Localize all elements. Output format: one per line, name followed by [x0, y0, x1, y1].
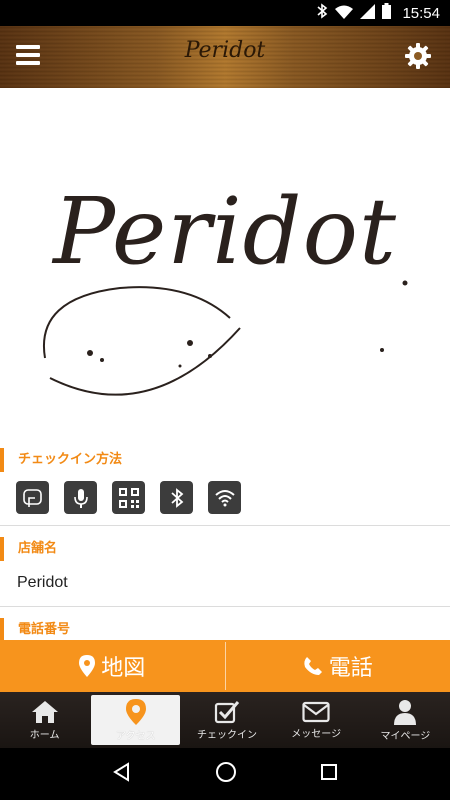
- tab-mypage-label: マイページ: [380, 730, 431, 742]
- tab-access[interactable]: アクセス: [91, 695, 181, 745]
- wifi-icon: [208, 481, 241, 514]
- status-time: 15:54: [402, 4, 440, 22]
- tab-checkin-label: チェックイン: [197, 729, 257, 741]
- tab-home-label: ホーム: [29, 729, 60, 741]
- back-triangle-icon: [112, 762, 129, 782]
- call-button-label: 電話: [328, 656, 373, 681]
- phone-number-title: 電話番号: [0, 618, 70, 642]
- store-name-value: Peridot: [17, 574, 68, 591]
- map-button-label: 地図: [101, 656, 146, 681]
- action-separator: [224, 642, 226, 690]
- battery-status-icon: [382, 3, 392, 23]
- home-circle-icon: [215, 762, 236, 782]
- recents-button[interactable]: [320, 763, 338, 785]
- back-button[interactable]: [112, 762, 132, 786]
- system-nav-bar: [0, 748, 450, 800]
- checkin-method-icons: [16, 481, 241, 514]
- recents-square-icon: [321, 764, 338, 780]
- gear-icon: [405, 43, 431, 69]
- touch-icon: [16, 481, 49, 514]
- home-system-button[interactable]: [215, 761, 237, 787]
- qr-code-icon: [112, 481, 145, 514]
- tab-message[interactable]: メッセージ: [272, 692, 361, 748]
- settings-button[interactable]: [404, 42, 434, 72]
- tab-home[interactable]: ホーム: [0, 692, 89, 748]
- microphone-icon: [64, 481, 97, 514]
- divider: [0, 606, 450, 607]
- bluetooth-icon: [160, 481, 193, 514]
- tab-message-label: メッセージ: [291, 728, 342, 740]
- phone-icon: [304, 657, 322, 675]
- bottom-tab-bar: ホーム アクセス チェックイン メッセージ マイページ: [0, 692, 450, 748]
- header-logo: Peridot: [184, 38, 266, 63]
- status-bar: 15:54: [0, 0, 450, 26]
- tab-mypage[interactable]: マイページ: [361, 692, 450, 748]
- bluetooth-status-icon: [317, 3, 328, 23]
- hero-logo-area: Peridot: [0, 88, 450, 442]
- divider: [0, 525, 450, 526]
- checkin-method-title: チェックイン方法: [0, 448, 122, 472]
- checkbox-icon: [214, 700, 240, 723]
- person-icon: [394, 699, 417, 725]
- envelope-icon: [302, 701, 330, 722]
- map-pin-icon: [79, 655, 96, 677]
- hero-logo-text: Peridot: [53, 178, 397, 285]
- store-name-title: 店舗名: [0, 537, 57, 561]
- map-button[interactable]: 地図: [0, 640, 225, 692]
- tab-access-label: アクセス: [116, 730, 156, 742]
- home-icon: [31, 700, 58, 723]
- location-pin-icon: [125, 698, 146, 725]
- wifi-status-icon: [335, 4, 354, 23]
- action-bar: 地図 電話: [0, 640, 450, 692]
- app-header: Peridot: [0, 26, 450, 88]
- tab-checkin[interactable]: チェックイン: [182, 692, 271, 748]
- signal-status-icon: [360, 3, 376, 23]
- call-button[interactable]: 電話: [226, 640, 450, 692]
